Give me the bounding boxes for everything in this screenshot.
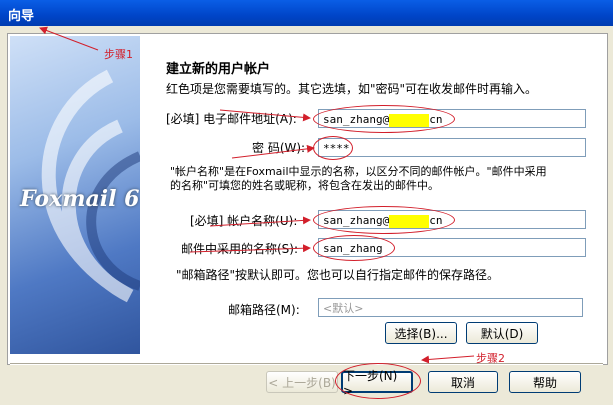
- display-name-arrow: [189, 244, 311, 253]
- step1-arrow: [39, 26, 99, 51]
- password-arrow: [231, 144, 315, 159]
- step2-arrow: [421, 355, 475, 364]
- annotation-arrows: [39, 26, 475, 364]
- email-arrow: [219, 109, 311, 122]
- account-arrow: [209, 216, 311, 227]
